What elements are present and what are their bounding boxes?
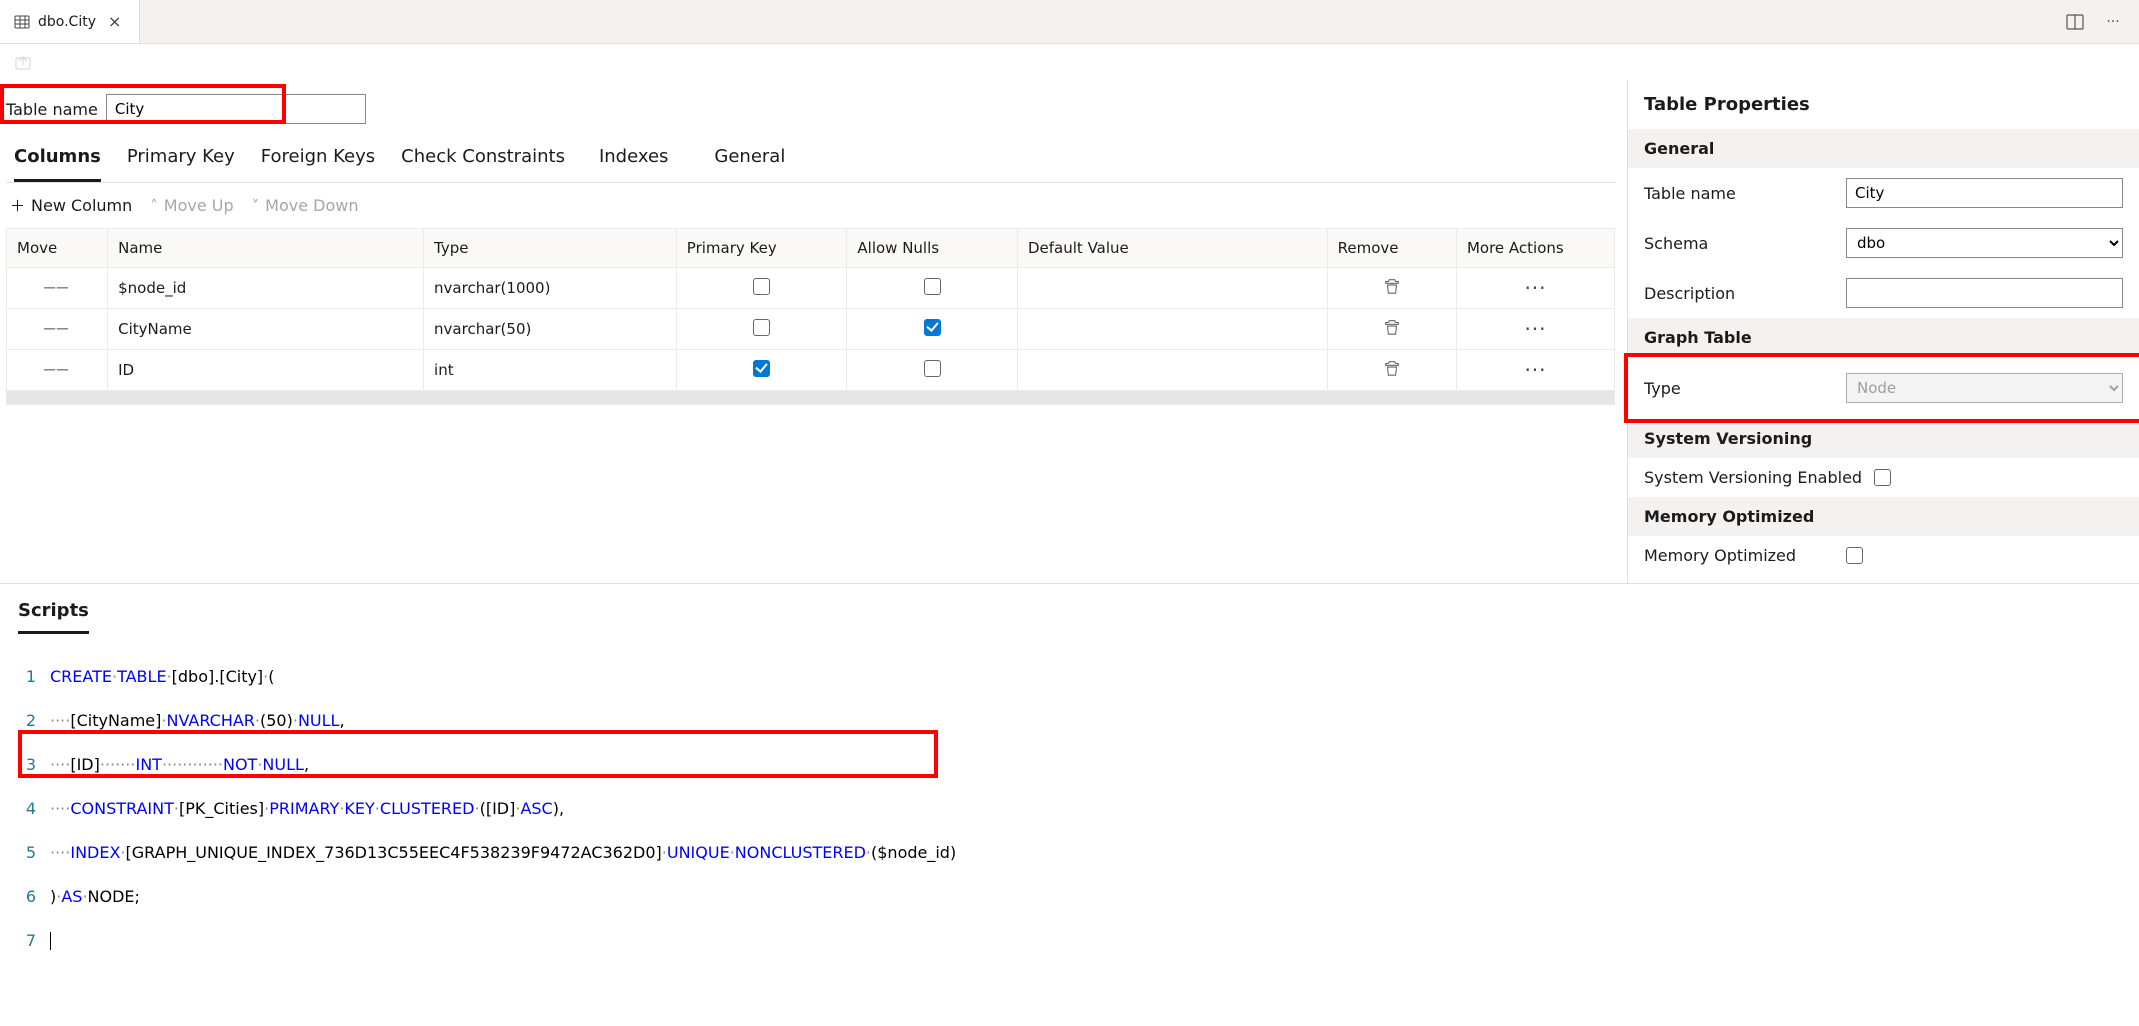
table-name-row: Table name bbox=[6, 86, 376, 136]
scripts-panel: Scripts 1CREATE·TABLE·[dbo].[City]·( 2··… bbox=[0, 583, 2139, 1026]
columns-actions: ＋ New Column ˄ Move Up ˅ Move Down bbox=[6, 183, 1615, 228]
chevron-up-icon: ˄ bbox=[150, 197, 158, 215]
prop-graph-type: Type Node bbox=[1628, 357, 2139, 419]
column-type-cell[interactable]: nvarchar(1000) bbox=[424, 268, 677, 309]
prop-sv-checkbox[interactable] bbox=[1874, 469, 1891, 486]
script-editor[interactable]: 1CREATE·TABLE·[dbo].[City]·( 2····[CityN… bbox=[0, 640, 2139, 1026]
tab-primary-key[interactable]: Primary Key bbox=[127, 136, 235, 182]
move-up-button: ˄ Move Up bbox=[150, 196, 233, 215]
designer-tabs: Columns Primary Key Foreign Keys Check C… bbox=[6, 136, 1615, 183]
allow-nulls-checkbox[interactable] bbox=[924, 360, 941, 377]
grid-header-remove: Remove bbox=[1327, 229, 1456, 268]
publish-icon[interactable] bbox=[14, 53, 32, 71]
column-type-cell[interactable]: nvarchar(50) bbox=[424, 309, 677, 350]
table-name-label: Table name bbox=[6, 100, 98, 119]
prop-table-name: Table name bbox=[1628, 168, 2139, 218]
prop-schema-select[interactable]: dbo bbox=[1846, 228, 2123, 258]
new-column-button[interactable]: ＋ New Column bbox=[10, 195, 132, 216]
allow-nulls-checkbox[interactable] bbox=[924, 319, 941, 336]
section-general: General bbox=[1628, 129, 2139, 168]
prop-mo-checkbox[interactable] bbox=[1846, 547, 1863, 564]
grid-header-default: Default Value bbox=[1018, 229, 1328, 268]
allow-nulls-checkbox[interactable] bbox=[924, 278, 941, 295]
tab-dbo-city[interactable]: dbo.City × bbox=[0, 0, 140, 43]
table-properties-panel: Table Properties General Table name Sche… bbox=[1627, 80, 2139, 583]
table-row[interactable]: ── $node_idnvarchar(1000) ··· bbox=[7, 268, 1615, 309]
prop-table-name-input[interactable] bbox=[1846, 178, 2123, 208]
columns-grid: Move Name Type Primary Key Allow Nulls D… bbox=[6, 228, 1615, 391]
prop-description: Description bbox=[1628, 268, 2139, 318]
prop-sv-label: System Versioning Enabled bbox=[1644, 468, 1862, 487]
tab-foreign-keys[interactable]: Foreign Keys bbox=[261, 136, 375, 182]
more-actions-icon[interactable]: ··· bbox=[1524, 358, 1546, 382]
plus-icon: ＋ bbox=[10, 195, 25, 216]
tab-columns[interactable]: Columns bbox=[14, 136, 101, 182]
tab-indexes[interactable]: Indexes bbox=[599, 136, 668, 182]
table-row[interactable]: ── CityNamenvarchar(50) ··· bbox=[7, 309, 1615, 350]
close-icon[interactable]: × bbox=[104, 10, 125, 33]
move-down-label: Move Down bbox=[265, 196, 358, 215]
tab-title: dbo.City bbox=[38, 14, 96, 30]
column-name-cell[interactable]: ID bbox=[108, 350, 424, 391]
trash-icon[interactable] bbox=[1383, 363, 1401, 381]
column-type-cell[interactable]: int bbox=[424, 350, 677, 391]
move-up-label: Move Up bbox=[164, 196, 234, 215]
grid-header-more: More Actions bbox=[1456, 229, 1614, 268]
grid-header-allow-nulls: Allow Nulls bbox=[847, 229, 1018, 268]
more-actions-icon[interactable]: ··· bbox=[2101, 10, 2125, 34]
primary-key-checkbox[interactable] bbox=[753, 319, 770, 336]
column-name-cell[interactable]: $node_id bbox=[108, 268, 424, 309]
drag-handle-icon[interactable]: ── bbox=[44, 278, 70, 299]
section-memory-optimized: Memory Optimized bbox=[1628, 497, 2139, 536]
trash-icon[interactable] bbox=[1383, 322, 1401, 340]
prop-graph-type-label: Type bbox=[1644, 379, 1834, 398]
column-name-cell[interactable]: CityName bbox=[108, 309, 424, 350]
grid-header-move: Move bbox=[7, 229, 108, 268]
prop-system-versioning: System Versioning Enabled bbox=[1628, 458, 2139, 497]
more-actions-icon[interactable]: ··· bbox=[1524, 276, 1546, 300]
grid-header-type: Type bbox=[424, 229, 677, 268]
prop-description-input[interactable] bbox=[1846, 278, 2123, 308]
grid-header-row: Move Name Type Primary Key Allow Nulls D… bbox=[7, 229, 1615, 268]
tab-bar: dbo.City × ··· bbox=[0, 0, 2139, 44]
drag-handle-icon[interactable]: ── bbox=[44, 319, 70, 340]
default-value-cell[interactable] bbox=[1018, 350, 1328, 391]
more-actions-icon[interactable]: ··· bbox=[1524, 317, 1546, 341]
prop-schema-label: Schema bbox=[1644, 234, 1834, 253]
move-down-button: ˅ Move Down bbox=[252, 196, 359, 215]
trash-icon[interactable] bbox=[1383, 281, 1401, 299]
prop-graph-type-select: Node bbox=[1846, 373, 2123, 403]
prop-schema: Schema dbo bbox=[1628, 218, 2139, 268]
tab-scripts[interactable]: Scripts bbox=[18, 600, 89, 634]
prop-description-label: Description bbox=[1644, 284, 1834, 303]
cursor bbox=[50, 932, 51, 950]
grid-header-name: Name bbox=[108, 229, 424, 268]
default-value-cell[interactable] bbox=[1018, 309, 1328, 350]
section-system-versioning: System Versioning bbox=[1628, 419, 2139, 458]
split-editor-icon[interactable] bbox=[2063, 10, 2087, 34]
table-icon bbox=[14, 14, 30, 30]
primary-key-checkbox[interactable] bbox=[753, 360, 770, 377]
chevron-down-icon: ˅ bbox=[252, 197, 260, 215]
prop-mo-label: Memory Optimized bbox=[1644, 546, 1834, 565]
prop-memory-optimized: Memory Optimized bbox=[1628, 536, 2139, 575]
new-column-label: New Column bbox=[31, 196, 132, 215]
table-name-input[interactable] bbox=[106, 94, 366, 124]
properties-title: Table Properties bbox=[1628, 80, 2139, 129]
section-graph: Graph Table bbox=[1628, 318, 2139, 357]
tab-check-constraints[interactable]: Check Constraints bbox=[401, 136, 565, 182]
table-row[interactable]: ── IDint ··· bbox=[7, 350, 1615, 391]
primary-key-checkbox[interactable] bbox=[753, 278, 770, 295]
tab-general[interactable]: General bbox=[714, 136, 785, 182]
prop-table-name-label: Table name bbox=[1644, 184, 1834, 203]
drag-handle-icon[interactable]: ── bbox=[44, 360, 70, 381]
designer-toolbar bbox=[0, 44, 2139, 80]
grid-header-pk: Primary Key bbox=[676, 229, 847, 268]
grid-scrollbar[interactable] bbox=[6, 391, 1615, 405]
default-value-cell[interactable] bbox=[1018, 268, 1328, 309]
